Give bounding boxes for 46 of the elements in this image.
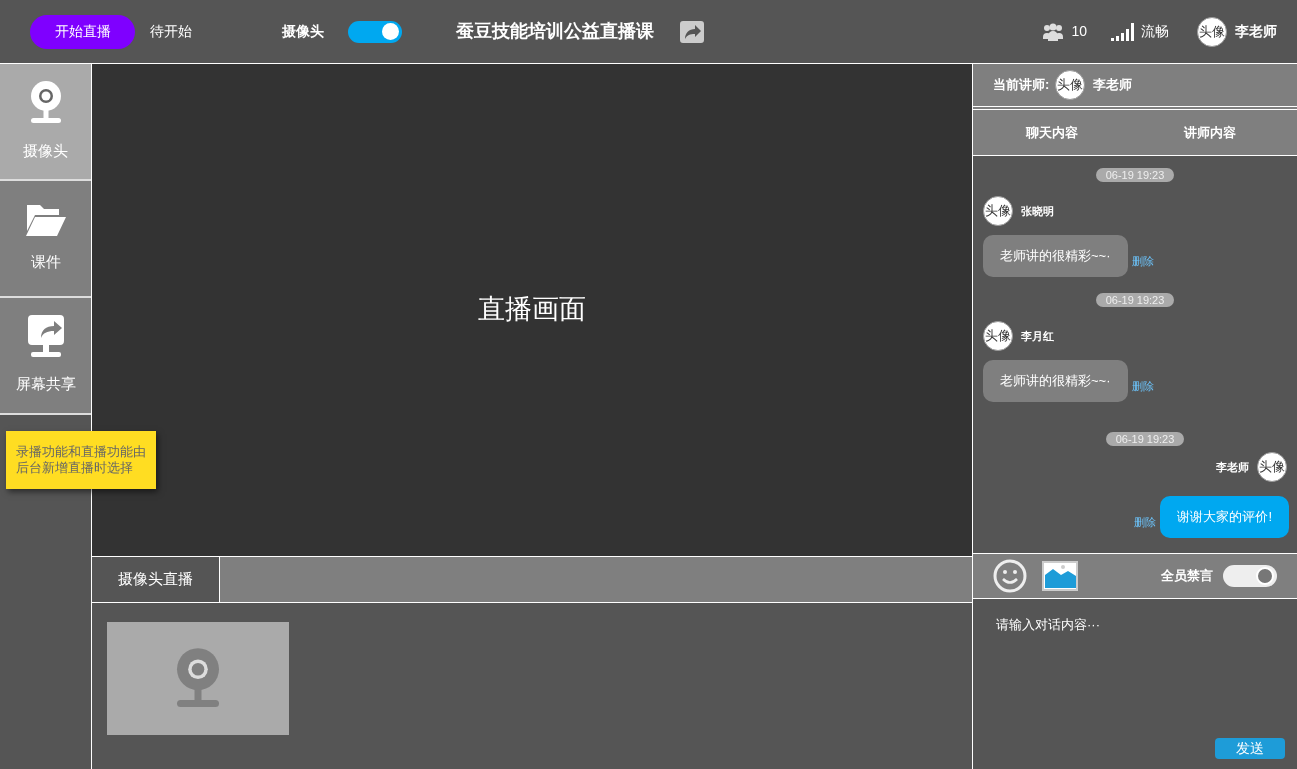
user-name: 李老师: [1235, 22, 1277, 41]
teacher-name: 李老师: [1093, 76, 1133, 95]
bottom-tab[interactable]: 摄像头直播: [92, 557, 220, 602]
message-bubble: 谢谢大家的评价!: [1160, 496, 1289, 538]
image-icon[interactable]: [1042, 561, 1078, 591]
signal-icon: [1111, 22, 1135, 41]
network-status: 流畅: [1141, 22, 1169, 41]
message-time: 06-19 19:23: [1095, 293, 1175, 307]
share-icon[interactable]: [680, 20, 704, 43]
folder-icon: [24, 203, 67, 238]
sidebar-tab[interactable]: 课件: [0, 181, 91, 298]
start-live-button[interactable]: 开始直播: [30, 14, 135, 49]
teacher-label: 当前讲师:: [993, 76, 1050, 95]
viewer-count: 10: [1071, 22, 1087, 41]
sender-avatar: 头像: [983, 321, 1013, 351]
stage-label: 直播画面: [478, 292, 586, 326]
chat-tab[interactable]: 聊天内容: [973, 110, 1131, 155]
sidebar-tab[interactable]: 摄像头: [0, 64, 91, 181]
sender-avatar: 头像: [1257, 452, 1287, 482]
users-icon: [1043, 22, 1064, 41]
course-title: 蚕豆技能培训公益直播课: [456, 20, 654, 43]
sender-name: 李老师: [1216, 459, 1249, 475]
message-time: 06-19 19:23: [1105, 432, 1185, 446]
info-note: 录播功能和直播功能由后台新增直播时选择: [6, 431, 156, 489]
chat-tab[interactable]: 讲师内容: [1131, 110, 1289, 155]
message-input[interactable]: 请输入对话内容···: [988, 615, 1282, 738]
mute-all-toggle[interactable]: [1223, 565, 1277, 587]
delete-link[interactable]: 删除: [1131, 377, 1154, 394]
screen-share-icon: [25, 315, 66, 360]
message-bubble: 老师讲的很精彩~~·: [983, 360, 1128, 402]
delete-link[interactable]: 删除: [1134, 513, 1157, 530]
mute-all-label: 全员禁言: [1161, 567, 1213, 586]
teacher-avatar: 头像: [1055, 70, 1086, 100]
send-button[interactable]: 发送: [1215, 738, 1285, 759]
sidebar-tab[interactable]: 屏幕共享: [0, 298, 91, 415]
live-status: 待开始: [150, 22, 192, 41]
delete-link[interactable]: 删除: [1131, 252, 1154, 269]
sender-name: 李月红: [1021, 328, 1054, 344]
sender-name: 张晓明: [1021, 203, 1054, 219]
camera-toggle[interactable]: [348, 20, 402, 43]
camera-label: 摄像头: [282, 22, 324, 41]
message-time: 06-19 19:23: [1095, 168, 1175, 182]
user-avatar: 头像: [1197, 16, 1227, 47]
emoji-icon[interactable]: [993, 559, 1027, 593]
sender-avatar: 头像: [983, 196, 1013, 226]
message-bubble: 老师讲的很精彩~~·: [983, 235, 1128, 277]
